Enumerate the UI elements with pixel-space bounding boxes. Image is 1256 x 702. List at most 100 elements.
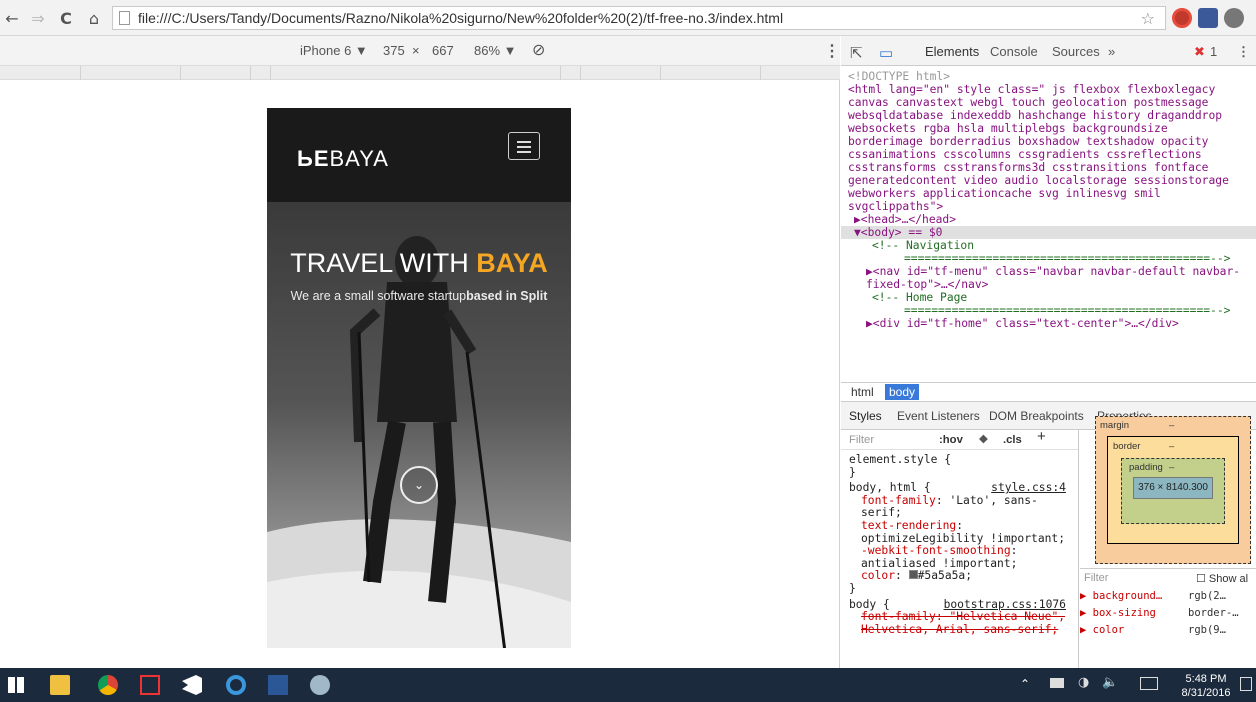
rule-close: } <box>849 581 856 595</box>
edge-icon[interactable] <box>226 675 246 695</box>
hov-toggle[interactable]: :hov <box>939 434 963 447</box>
decl-color[interactable]: color: #5a5a5a; <box>849 570 1078 583</box>
tab-elements[interactable]: Elements <box>925 44 979 59</box>
visual-studio-icon[interactable] <box>182 675 202 695</box>
rule-selector: element.style { <box>849 453 952 466</box>
rule-element-style[interactable]: element.style { <box>849 453 1078 467</box>
chevron-down-icon: ⌄ <box>413 478 425 492</box>
logo-text: BAYA <box>329 146 389 171</box>
ublock-extension-icon[interactable] <box>1172 8 1192 28</box>
cls-toggle[interactable]: .cls <box>1003 434 1022 447</box>
inspect-element-icon[interactable]: ⇱ <box>850 44 863 62</box>
color-swatch[interactable] <box>908 570 918 580</box>
forward-arrow-icon[interactable]: ⇒ <box>26 6 50 30</box>
rule-close: } <box>849 465 856 479</box>
decl-name: color <box>861 569 896 583</box>
styles-filter-input[interactable]: Filter <box>849 434 874 447</box>
decl-font-family[interactable]: font-family: 'Lato', sans-serif; <box>849 494 1078 520</box>
hero-title-accent: BAYA <box>476 248 548 278</box>
device-mode-icon[interactable]: ▭ <box>879 44 893 62</box>
devtools-menu-icon[interactable]: ⋮ <box>1237 44 1250 60</box>
computed-filter-input[interactable]: Filter <box>1084 572 1108 584</box>
paint-icon[interactable] <box>310 675 330 695</box>
box-model-diagram: 376 × 8140.300 margin – border – padding… <box>1095 416 1251 564</box>
tab-sources[interactable]: Sources <box>1052 44 1100 59</box>
error-count[interactable]: 1 <box>1210 44 1217 59</box>
tab-dom-breakpoints[interactable]: DOM Breakpoints <box>989 409 1084 423</box>
more-tabs-button[interactable]: » <box>1108 44 1115 59</box>
dom-line-head[interactable]: ▶<head>…</head> <box>848 213 1248 226</box>
dom-tree[interactable]: <!DOCTYPE html> <html lang="en" style cl… <box>841 66 1256 382</box>
scroll-down-button[interactable]: ⌄ <box>400 466 438 504</box>
padding-label: padding <box>1129 462 1163 473</box>
computed-name: ▶ box-sizing <box>1080 607 1156 619</box>
devtools-tabbar: ⇱ ▭ Elements Console Sources » ✖ 1 ⋮ <box>841 36 1256 66</box>
rotate-icon[interactable]: ⊘ <box>532 40 545 60</box>
zoom-select[interactable]: 86% ▼ <box>474 43 517 58</box>
reload-icon[interactable]: C <box>54 6 78 30</box>
site-logo[interactable]: ЬЕBAYA <box>297 146 389 172</box>
tab-event-listeners[interactable]: Event Listeners <box>897 409 980 423</box>
device-height[interactable]: 667 <box>432 43 454 58</box>
decl-text-rendering[interactable]: text-rendering: optimizeLegibility !impo… <box>849 519 1078 545</box>
notifications-icon[interactable] <box>1240 677 1252 691</box>
computed-row[interactable]: ▶ color rgb(9… <box>1080 622 1256 639</box>
computed-row[interactable]: ▶ box-sizing border-… <box>1080 605 1256 622</box>
browser-toolbar: ← ⇒ C ⌂ file:///C:/Users/Tandy/Documents… <box>0 0 1256 36</box>
dom-line-html[interactable]: <html lang="en" style class=" js flexbox… <box>848 83 1248 213</box>
breadcrumb-html[interactable]: html <box>847 384 878 400</box>
box-model-content[interactable]: 376 × 8140.300 <box>1133 477 1213 499</box>
hamburger-menu-button[interactable] <box>508 132 540 160</box>
computed-value: rgb(2… <box>1188 590 1226 602</box>
dom-line-doctype[interactable]: <!DOCTYPE html> <box>848 70 1248 83</box>
color-format-icon[interactable]: ◆ <box>979 433 988 446</box>
more-options-icon[interactable]: ⋮ <box>824 41 840 61</box>
taskbar-clock[interactable]: 5:48 PM 8/31/2016 <box>1176 672 1236 700</box>
dom-line-comment-nav[interactable]: <!-- Navigation <box>848 239 1248 252</box>
wifi-icon[interactable]: ◑ <box>1078 675 1089 690</box>
computed-row[interactable]: ▶ background… rgb(2… <box>1080 588 1256 605</box>
keyboard-icon[interactable] <box>1140 677 1158 690</box>
decl-value: optimizeLegibility !important; <box>861 531 1066 545</box>
tab-console[interactable]: Console <box>990 44 1038 59</box>
extension-icon[interactable] <box>1198 8 1218 28</box>
dom-line-comment-home[interactable]: <!-- Home Page <box>848 291 1248 304</box>
url-text: file:///C:/Users/Tandy/Documents/Razno/N… <box>138 10 784 26</box>
show-all-checkbox[interactable]: ☐ Show al <box>1196 572 1248 585</box>
acrobat-icon[interactable] <box>140 675 160 695</box>
computed-value: rgb(9… <box>1188 624 1226 636</box>
address-bar[interactable]: file:///C:/Users/Tandy/Documents/Razno/N… <box>112 6 1166 30</box>
file-explorer-icon[interactable] <box>50 675 70 695</box>
hero-subtitle-bold: based in Split <box>466 289 548 303</box>
bookmark-star-icon[interactable]: ☆ <box>1141 9 1155 28</box>
tray-expand-icon[interactable]: ⌃ <box>1020 677 1030 691</box>
error-icon[interactable]: ✖ <box>1194 44 1205 60</box>
site-navbar: ЬЕBAYA <box>267 108 571 202</box>
volume-icon[interactable]: 🔈 <box>1102 675 1118 690</box>
breadcrumb-body[interactable]: body <box>885 384 920 400</box>
start-icon[interactable] <box>8 677 24 693</box>
device-select[interactable]: iPhone 6 ▼ <box>300 43 368 58</box>
windows-taskbar: ⌃ ◑ 🔈 5:48 PM 8/31/2016 <box>0 668 1256 702</box>
decl-font-smoothing[interactable]: -webkit-font-smoothing: antialiased !imp… <box>849 544 1078 570</box>
show-all-label: Show al <box>1208 573 1249 585</box>
dom-line-div[interactable]: ▶<div id="tf-home" class="text-center">…… <box>848 317 1248 330</box>
chrome-icon[interactable] <box>98 675 118 695</box>
device-width[interactable]: 375 <box>383 43 405 58</box>
gear-extension-icon[interactable] <box>1224 8 1244 28</box>
dom-line-nav[interactable]: ▶<nav id="tf-menu" class="navbar navbar-… <box>848 265 1248 291</box>
hero-subtitle-text: We are a small software startup <box>290 289 467 303</box>
phone-viewport: ЬЕBAYA TRAVEL WITH BAYA We are a small s… <box>267 108 571 648</box>
dom-line-comment-rule2[interactable]: ========================================… <box>848 304 1248 317</box>
battery-icon[interactable] <box>1050 678 1064 688</box>
dom-line-comment-rule[interactable]: ========================================… <box>848 252 1248 265</box>
home-icon[interactable]: ⌂ <box>82 6 106 30</box>
decl-font-family-overridden[interactable]: font-family: "Helvetica Neue", Helvetica… <box>849 610 1078 636</box>
back-arrow-icon[interactable]: ← <box>0 6 24 30</box>
styles-filter[interactable]: Filter :hov ◆ .cls + <box>841 430 1078 450</box>
word-icon[interactable] <box>268 675 288 695</box>
new-rule-button[interactable]: + <box>1037 430 1046 444</box>
rule-selector: body, html { <box>849 481 931 495</box>
tab-styles[interactable]: Styles <box>849 409 882 423</box>
dom-line-body[interactable]: ▼<body> == $0 <box>841 226 1256 239</box>
